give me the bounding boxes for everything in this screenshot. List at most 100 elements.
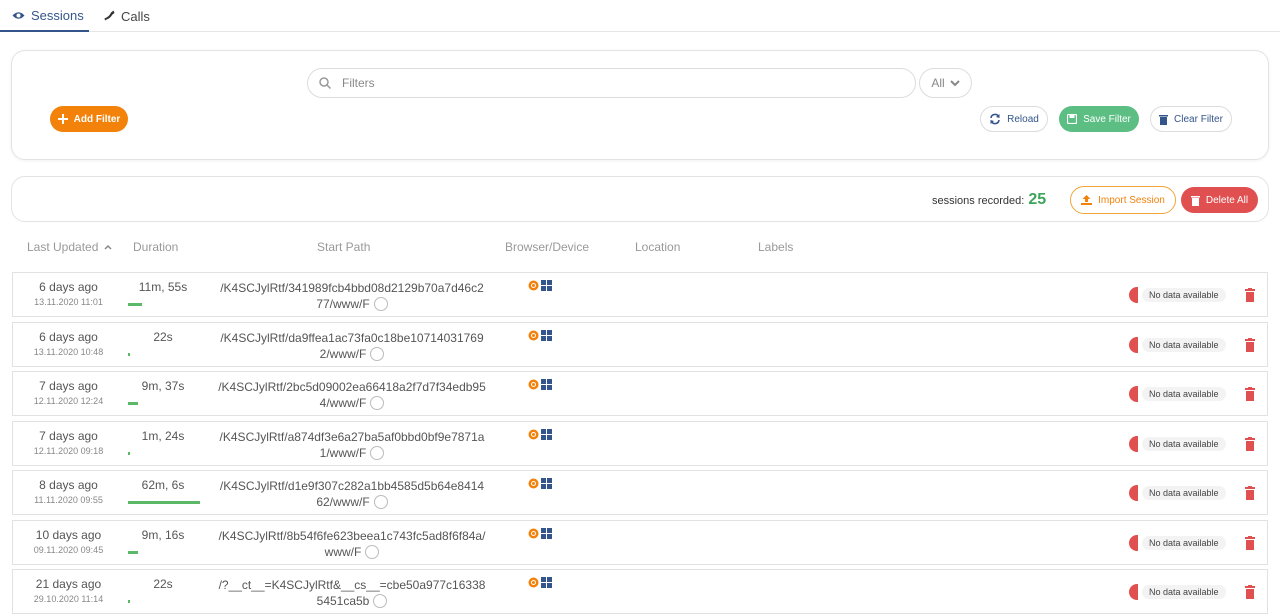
half-circle-icon [1129,534,1138,551]
duration-bar [128,402,138,405]
info-icon[interactable] [370,346,385,361]
start-path-text: /K4SCJylRtf/d1e9f307c282a1bb4585d5b64e84… [219,479,485,509]
info-icon[interactable] [373,495,388,509]
header-start-path[interactable]: Start Path [317,240,370,254]
trash-icon[interactable] [1243,288,1257,302]
header-location[interactable]: Location [635,240,680,254]
duration-value: 11m, 55s [138,280,188,294]
chrome-icon [528,478,539,489]
trash-icon[interactable] [1243,585,1257,599]
browser-device [528,329,552,341]
browser-device [528,478,552,489]
labels-cell: No data available [1129,386,1226,402]
header-duration[interactable]: Duration [133,240,178,254]
trash-icon[interactable] [1243,387,1257,401]
clear-filter-button[interactable]: Clear Filter [1150,106,1232,132]
last-updated-date: 12.11.2020 12:24 [33,396,104,406]
filter-scope-select[interactable]: All [919,68,972,98]
session-row[interactable]: 21 days ago 29.10.2020 11:14 22s /?__ct_… [12,569,1268,614]
start-path[interactable]: /K4SCJylRtf/2bc5d09002ea66418a2f7d7f34ed… [218,379,486,411]
browser-device [528,428,552,440]
header-last-updated[interactable]: Last Updated [27,240,112,254]
import-session-button[interactable]: Import Session [1070,186,1176,214]
refresh-icon [990,113,1000,125]
session-row[interactable]: 8 days ago 11.11.2020 09:55 62m, 6s /K4S… [12,470,1268,515]
windows-icon [541,478,552,489]
trash-icon[interactable] [1243,535,1257,550]
start-path-text: /K4SCJylRtf/8b54f6fe623beea1c743fc5ad8f6… [218,528,486,559]
half-circle-icon [1129,485,1138,501]
chrome-icon [528,330,539,340]
chrome-icon [528,528,539,538]
browser-device [528,527,552,539]
last-updated-date: 13.11.2020 11:01 [34,297,103,307]
labels-cell: No data available [1129,584,1226,600]
half-circle-icon [1129,287,1138,303]
start-path-text: /?__ct__=K4SCJylRtf&__cs__=cbe50a977c163… [218,578,486,608]
info-icon[interactable] [370,445,385,460]
windows-icon [541,379,552,390]
info-icon[interactable] [370,396,385,410]
trash-icon [1159,114,1169,125]
trash-icon[interactable] [1243,337,1257,352]
start-path[interactable]: /K4SCJylRtf/da9ffea1ac73fa0c18be10714031… [218,330,486,362]
tab-calls[interactable]: Calls [104,0,150,32]
label-status: No data available [1142,387,1226,401]
start-path[interactable]: /K4SCJylRtf/341989fcb4bbd08d2129b70a7d46… [218,280,486,312]
start-path[interactable]: /K4SCJylRtf/8b54f6fe623beea1c743fc5ad8f6… [218,528,486,560]
session-row[interactable]: 7 days ago 12.11.2020 12:24 9m, 37s /K4S… [12,371,1268,416]
windows-icon [541,428,552,440]
start-path[interactable]: /?__ct__=K4SCJylRtf&__cs__=cbe50a977c163… [218,577,486,609]
duration-value: 1m, 24s [141,428,185,443]
delete-all-label: Delete All [1205,194,1249,206]
last-updated-date: 12.11.2020 09:18 [33,445,104,456]
browser-device [528,379,552,390]
header-browser-device[interactable]: Browser/Device [505,240,589,254]
trash-icon[interactable] [1243,486,1257,500]
start-path-text: /K4SCJylRtf/a874df3e6a27ba5af0bbd0bf9e78… [219,429,485,460]
eye-icon [12,8,25,23]
clear-filter-label: Clear Filter [1174,113,1223,125]
session-row[interactable]: 6 days ago 13.11.2020 10:48 22s /K4SCJyl… [12,321,1268,367]
labels-cell: No data available [1129,534,1226,551]
import-session-label: Import Session [1098,194,1165,206]
start-path[interactable]: /K4SCJylRtf/d1e9f307c282a1bb4585d5b64e84… [218,478,486,510]
start-path-text: /K4SCJylRtf/2bc5d09002ea66418a2f7d7f34ed… [218,380,486,410]
duration-bar [128,352,130,356]
trash-icon [1190,195,1200,206]
half-circle-icon [1129,336,1138,353]
plus-icon [57,114,68,124]
session-row[interactable]: 7 days ago 12.11.2020 09:18 1m, 24s /K4S… [12,420,1268,466]
labels-cell: No data available [1129,485,1226,501]
sessions-toolbar: sessions recorded: 25 Import Session Del… [11,176,1269,222]
header-labels[interactable]: Labels [758,240,793,254]
windows-icon [541,577,552,588]
save-filter-button[interactable]: Save Filter [1059,106,1139,132]
info-icon[interactable] [373,297,388,311]
tab-calls-label: Calls [121,8,150,24]
add-filter-button[interactable]: Add Filter [50,106,128,132]
windows-icon [541,329,552,341]
sessions-recorded-label: sessions recorded: [932,195,1025,207]
last-updated-ago: 7 days ago [39,379,98,393]
tab-sessions[interactable]: Sessions [0,0,89,32]
half-circle-icon [1129,584,1138,600]
trash-icon[interactable] [1243,436,1257,451]
reload-button[interactable]: Reload [980,106,1048,132]
last-updated-ago: 8 days ago [39,478,98,492]
labels-cell: No data available [1129,336,1226,353]
info-icon[interactable] [373,594,388,608]
session-row[interactable]: 6 days ago 13.11.2020 11:01 11m, 55s /K4… [12,272,1268,317]
duration-bar [128,451,130,455]
filter-search-input[interactable]: Filters [307,68,916,98]
start-path[interactable]: /K4SCJylRtf/a874df3e6a27ba5af0bbd0bf9e78… [218,429,486,461]
duration-value: 9m, 16s [141,527,185,542]
duration-value: 22s [153,577,173,591]
info-icon[interactable] [365,544,380,559]
session-row[interactable]: 10 days ago 09.11.2020 09:45 9m, 16s /K4… [12,519,1268,565]
last-updated-ago: 6 days ago [39,329,98,344]
add-filter-label: Add Filter [73,113,121,125]
delete-all-button[interactable]: Delete All [1181,187,1258,213]
header-last-updated-label: Last Updated [27,240,99,254]
start-path-text: /K4SCJylRtf/da9ffea1ac73fa0c18be10714031… [220,330,484,361]
